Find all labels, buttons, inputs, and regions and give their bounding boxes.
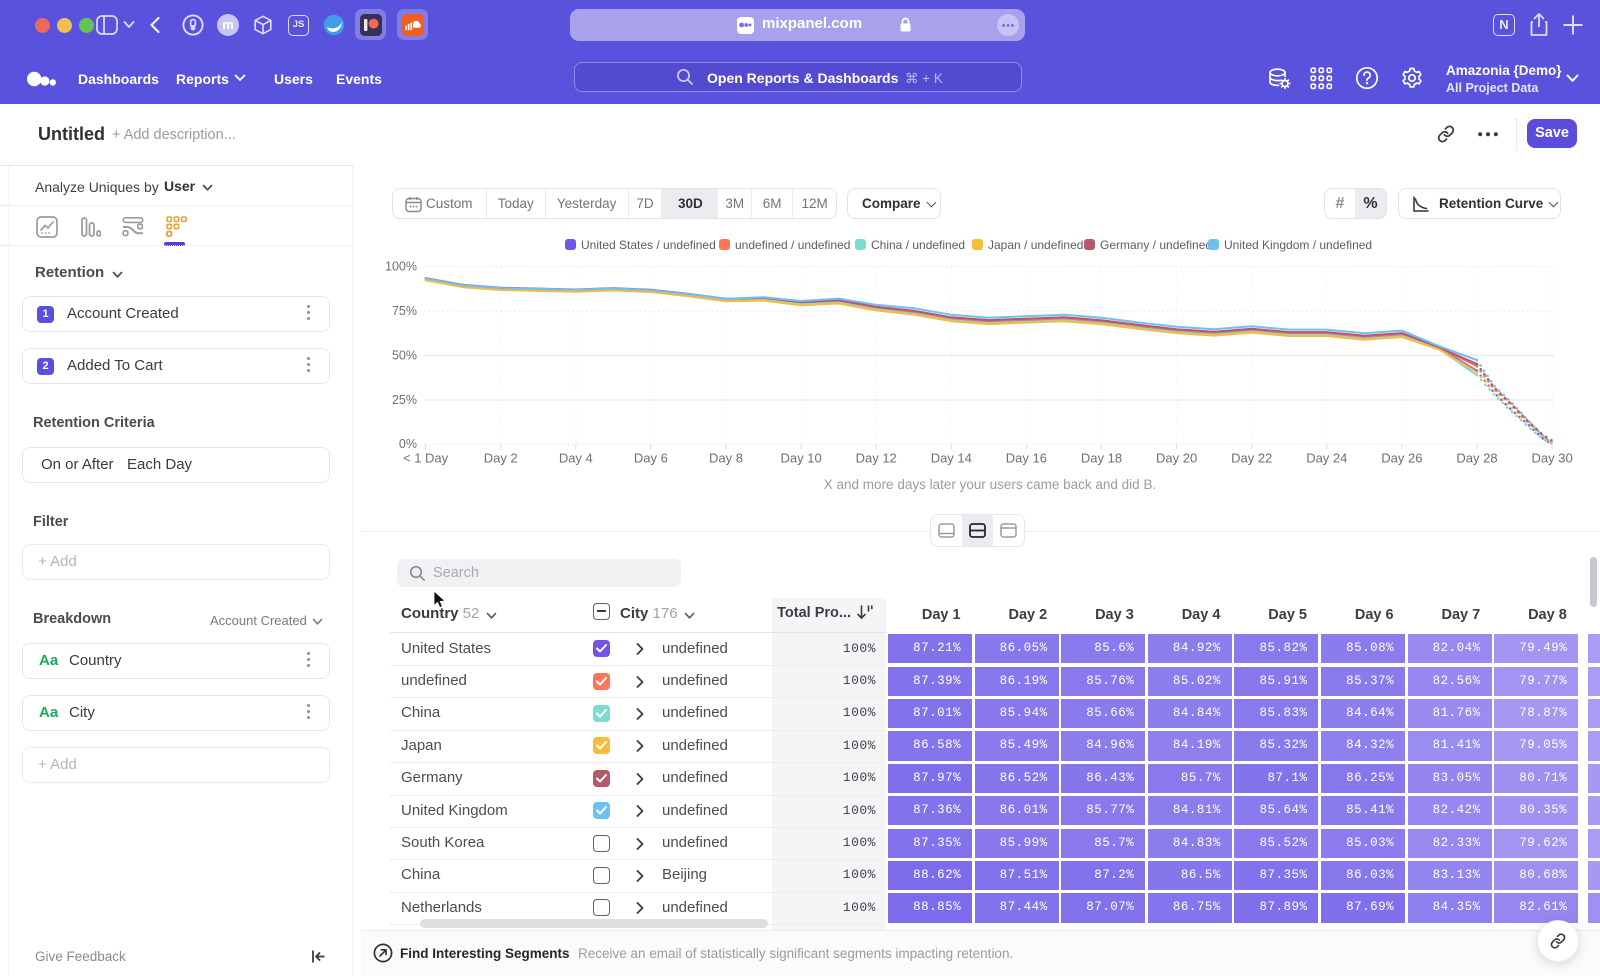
svg-text:Day 18: Day 18 bbox=[1081, 450, 1122, 465]
svg-text:Day 28: Day 28 bbox=[1456, 450, 1497, 465]
svg-text:Day 2: Day 2 bbox=[484, 450, 518, 465]
svg-text:25%: 25% bbox=[392, 393, 417, 407]
svg-text:Day 8: Day 8 bbox=[709, 450, 743, 465]
svg-text:Day 20: Day 20 bbox=[1156, 450, 1197, 465]
svg-text:Day 4: Day 4 bbox=[559, 450, 593, 465]
svg-text:Day 22: Day 22 bbox=[1231, 450, 1272, 465]
svg-text:Day 6: Day 6 bbox=[634, 450, 668, 465]
svg-text:100%: 100% bbox=[385, 259, 417, 273]
svg-text:< 1 Day: < 1 Day bbox=[403, 450, 449, 465]
svg-text:Day 16: Day 16 bbox=[1006, 450, 1047, 465]
svg-text:Day 10: Day 10 bbox=[780, 450, 821, 465]
svg-text:Day 14: Day 14 bbox=[931, 450, 972, 465]
svg-text:Day 24: Day 24 bbox=[1306, 450, 1347, 465]
svg-text:50%: 50% bbox=[392, 348, 417, 362]
svg-text:75%: 75% bbox=[392, 304, 417, 318]
svg-text:0%: 0% bbox=[399, 437, 417, 451]
svg-text:Day 30: Day 30 bbox=[1531, 450, 1572, 465]
svg-text:Day 26: Day 26 bbox=[1381, 450, 1422, 465]
svg-text:Day 12: Day 12 bbox=[856, 450, 897, 465]
